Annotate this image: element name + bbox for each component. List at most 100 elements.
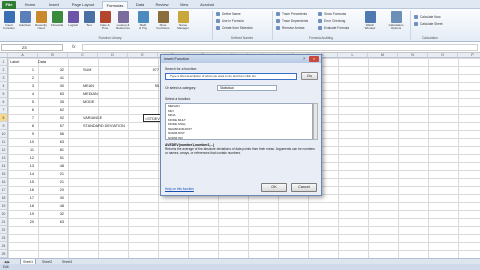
tab-view[interactable]: View	[176, 1, 192, 9]
row-header-8[interactable]: 8	[0, 114, 8, 122]
ribbon-button-1[interactable]: AutoSum	[18, 11, 32, 27]
label-cell[interactable]: 4	[8, 90, 34, 98]
label-cell[interactable]: 7	[8, 114, 34, 122]
row-header-2[interactable]: 2	[0, 66, 8, 74]
label-cell[interactable]: 6	[8, 106, 34, 114]
define-name-button[interactable]: Define Name	[216, 11, 241, 17]
row-header-16[interactable]: 16	[0, 178, 8, 186]
tab-acrobat[interactable]: Acrobat	[196, 1, 218, 9]
ribbon-right-button-0[interactable]: Watch Window	[360, 11, 380, 31]
dialog-titlebar[interactable]: Insert Function ? ×	[161, 55, 321, 63]
row-header-22[interactable]: 22	[0, 226, 8, 234]
row-header-15[interactable]: 15	[0, 170, 8, 178]
function-list-scrollbar[interactable]	[313, 103, 318, 140]
stat-label-median[interactable]: MEDIAN	[83, 90, 98, 98]
label-cell[interactable]: 5	[8, 98, 34, 106]
stat-label-sum[interactable]: SUM	[83, 66, 91, 74]
data-cell[interactable]: 30	[38, 194, 64, 202]
data-cell[interactable]: 32	[38, 66, 64, 74]
data-cell[interactable]: 62	[38, 106, 64, 114]
ribbon-button-0[interactable]: Insert Function	[2, 11, 16, 31]
ribbon-button-8[interactable]: Math & Trig	[136, 11, 150, 31]
label-cell[interactable]: 8	[8, 122, 34, 130]
ribbon-button-3[interactable]: Financial	[50, 11, 64, 27]
row-header-25[interactable]: 25	[0, 250, 8, 258]
label-cell[interactable]: 11	[8, 146, 34, 154]
remove-arrows-button[interactable]: Remove Arrows	[276, 25, 305, 31]
row-header-21[interactable]: 21	[0, 218, 8, 226]
row-header-9[interactable]: 9	[0, 122, 8, 130]
label-cell[interactable]: 15	[8, 178, 34, 186]
category-select[interactable]: Statistical	[217, 85, 277, 91]
tab-home[interactable]: Home	[20, 1, 40, 9]
trace-dependents-button[interactable]: Trace Dependents	[276, 18, 308, 24]
label-cell[interactable]: 1	[8, 66, 34, 74]
data-cell[interactable]: 21	[38, 178, 64, 186]
row-header-3[interactable]: 3	[0, 74, 8, 82]
ribbon-right-button-1[interactable]: Calculation Options	[386, 11, 406, 31]
row-header-5[interactable]: 5	[0, 90, 8, 98]
ribbon-button-6[interactable]: Date & Time	[98, 11, 112, 31]
label-cell[interactable]: 3	[8, 82, 34, 90]
label-cell[interactable]: 13	[8, 162, 34, 170]
label-cell[interactable]: 2	[8, 74, 34, 82]
stat-label-variance[interactable]: VARIANCE	[83, 114, 102, 122]
evaluate-formula-button[interactable]: Evaluate Formula	[318, 25, 349, 31]
ribbon-button-10[interactable]: Name Manager	[176, 11, 190, 31]
label-cell[interactable]: 10	[8, 138, 34, 146]
data-cell[interactable]: 48	[38, 202, 64, 210]
search-input[interactable]: Type a brief description of what you wan…	[165, 73, 297, 80]
row-header-7[interactable]: 7	[0, 106, 8, 114]
calculate-sheet-button[interactable]: Calculate Sheet	[414, 21, 443, 27]
go-button[interactable]: Go	[301, 72, 318, 80]
tab-page-layout[interactable]: Page Layout	[68, 1, 98, 9]
name-box[interactable]: Z5	[1, 44, 63, 51]
data-cell[interactable]: 83	[38, 90, 64, 98]
data-cell[interactable]: 35	[38, 98, 64, 106]
header-data-cell[interactable]: Data	[38, 58, 46, 66]
row-header-14[interactable]: 14	[0, 162, 8, 170]
stat-label-stdev[interactable]: STANDARD DEVIATION	[83, 122, 125, 130]
ribbon-button-5[interactable]: Text	[82, 11, 96, 27]
label-cell[interactable]: 17	[8, 194, 34, 202]
error-checking-button[interactable]: Error Checking	[318, 18, 345, 24]
header-label-cell[interactable]: Label	[10, 58, 19, 66]
row-header-20[interactable]: 20	[0, 210, 8, 218]
function-list-item[interactable]: NORM.INV	[166, 136, 312, 140]
ribbon-button-9[interactable]: More Functions	[156, 11, 170, 31]
data-cell[interactable]: 21	[38, 170, 64, 178]
stat-value-sum[interactable]: 977	[133, 66, 159, 74]
show-formulas-button[interactable]: Show Formulas	[318, 11, 346, 17]
data-cell[interactable]: 30	[38, 82, 64, 90]
calculate-now-button[interactable]: Calculate Now	[414, 14, 441, 20]
data-cell[interactable]: 32	[38, 210, 64, 218]
row-header-17[interactable]: 17	[0, 186, 8, 194]
data-cell[interactable]: 63	[38, 218, 64, 226]
close-icon[interactable]: ×	[309, 56, 319, 62]
label-cell[interactable]: 12	[8, 154, 34, 162]
help-on-function-link[interactable]: Help on this function	[165, 187, 194, 191]
formula-input[interactable]	[82, 44, 478, 51]
label-cell[interactable]: 14	[8, 170, 34, 178]
label-cell[interactable]: 19	[8, 210, 34, 218]
row-header-12[interactable]: 12	[0, 146, 8, 154]
help-icon[interactable]: ?	[301, 56, 307, 62]
row-header-10[interactable]: 10	[0, 130, 8, 138]
use-in-formula-button[interactable]: Use in Formula	[216, 18, 244, 24]
row-header-18[interactable]: 18	[0, 194, 8, 202]
row-header-11[interactable]: 11	[0, 138, 8, 146]
tab-file[interactable]: File	[2, 1, 16, 9]
row-header-1[interactable]: 1	[0, 58, 8, 66]
create-from-selection-button[interactable]: Create from Selection	[216, 25, 253, 31]
ribbon-button-7[interactable]: Lookup & Reference	[116, 11, 130, 31]
ok-button[interactable]: OK	[261, 183, 287, 192]
stat-value-mean[interactable]: 55	[133, 82, 159, 90]
data-cell[interactable]: 51	[38, 154, 64, 162]
label-cell[interactable]: 20	[8, 218, 34, 226]
data-cell[interactable]: 81	[38, 146, 64, 154]
trace-precedents-button[interactable]: Trace Precedents	[276, 11, 307, 17]
row-header-23[interactable]: 23	[0, 234, 8, 242]
stat-label-mode[interactable]: MODE	[83, 98, 94, 106]
row-header-24[interactable]: 24	[0, 242, 8, 250]
tab-review[interactable]: Review	[152, 1, 172, 9]
